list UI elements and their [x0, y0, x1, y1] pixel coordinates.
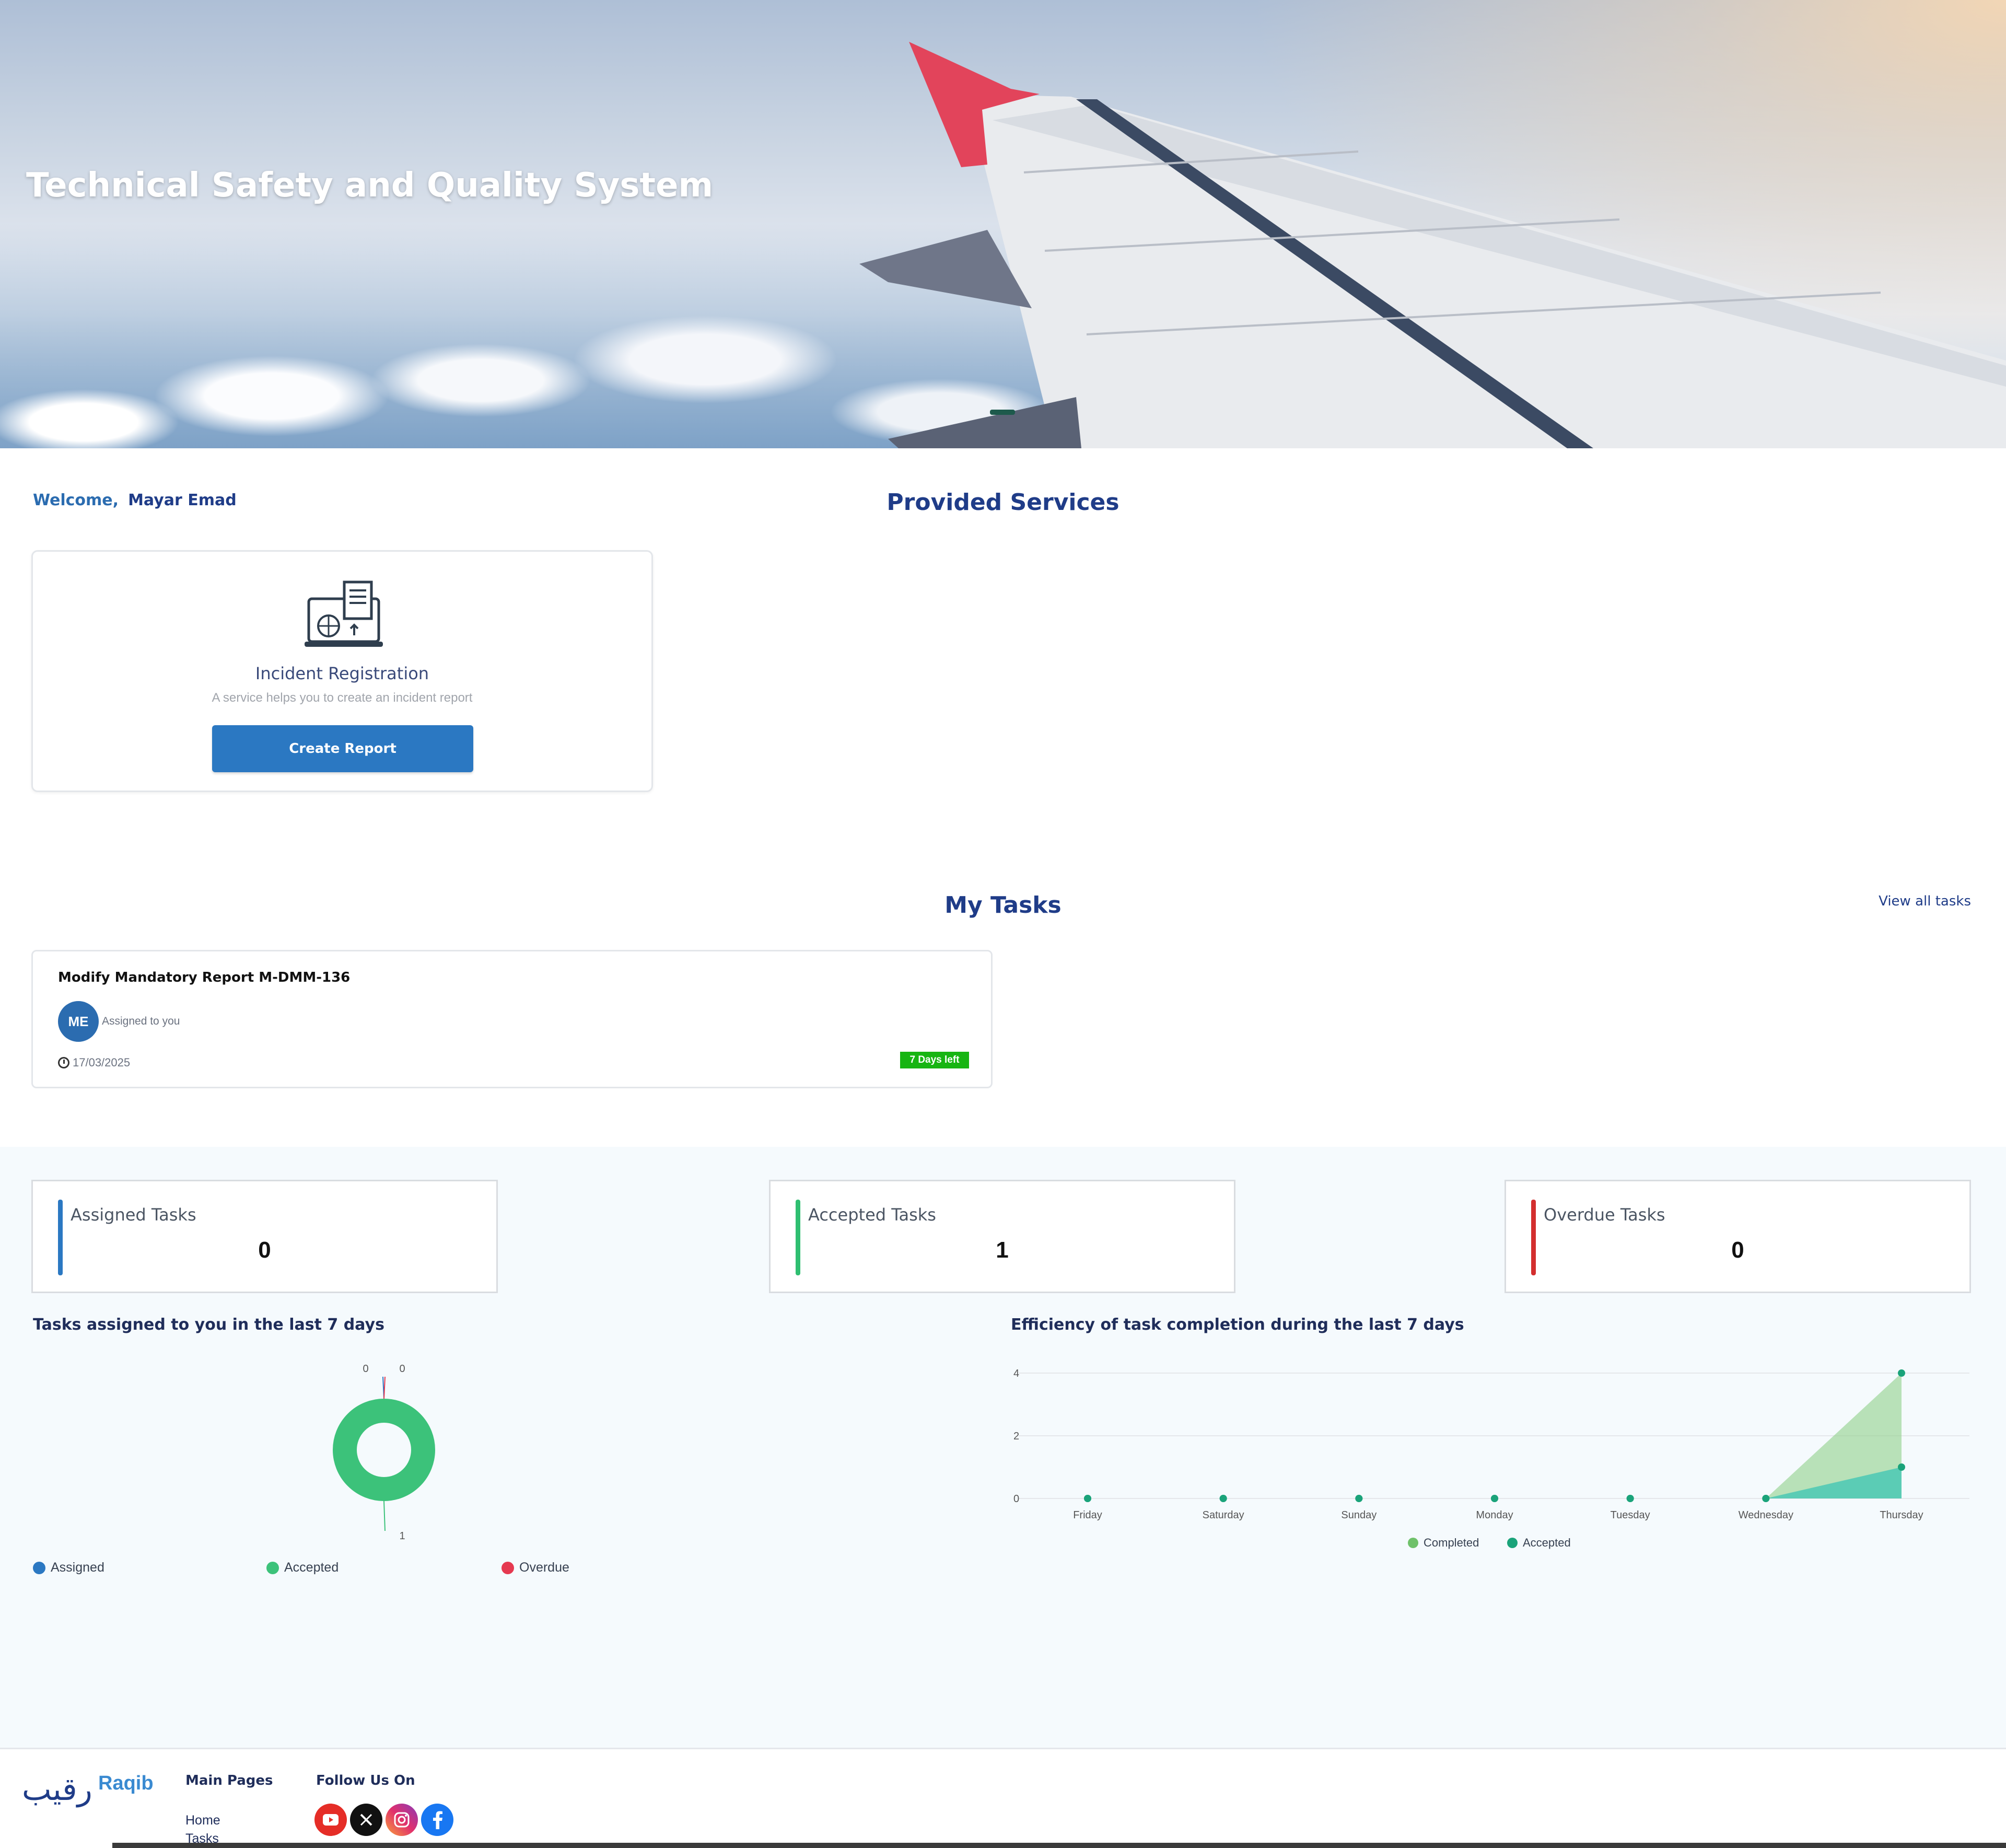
- y-tick-label: 2: [1013, 1431, 1019, 1442]
- data-point-accepted[interactable]: [1898, 1463, 1905, 1471]
- services-section-title: Provided Services: [887, 489, 1119, 516]
- stat-label: Assigned Tasks: [71, 1205, 196, 1225]
- tasks-donut-chart: 0 1 0: [333, 1363, 435, 1542]
- stat-card-overdue: Overdue Tasks 0: [1504, 1180, 1971, 1293]
- donut-chart-title: Tasks assigned to you in the last 7 days: [33, 1316, 384, 1334]
- hero-title: Technical Safety and Quality System: [26, 166, 714, 205]
- airplane-wing-image: [859, 42, 2006, 448]
- legend-dot: [1507, 1538, 1518, 1548]
- x-tick-label: Friday: [1073, 1509, 1102, 1521]
- stat-value: 0: [258, 1237, 271, 1263]
- donut-leader-line: [383, 1501, 386, 1531]
- area-chart-title: Efficiency of task completion during the…: [1011, 1316, 1464, 1334]
- donut-data-label: 0: [399, 1363, 405, 1375]
- youtube-icon[interactable]: [314, 1804, 347, 1836]
- create-report-button[interactable]: Create Report: [212, 725, 473, 772]
- legend-label: Completed: [1424, 1536, 1479, 1549]
- x-tick-label: Monday: [1476, 1509, 1513, 1521]
- avatar: ME: [58, 1001, 99, 1042]
- tasks-section-title: My Tasks: [944, 892, 1062, 919]
- instagram-icon[interactable]: [386, 1804, 418, 1836]
- footer-main-pages-title: Main Pages: [185, 1773, 273, 1788]
- legend-item-accepted[interactable]: Accepted: [266, 1560, 339, 1575]
- stat-value: 0: [1731, 1237, 1744, 1263]
- x-tick-label: Tuesday: [1611, 1509, 1650, 1521]
- carousel-indicator[interactable]: [990, 410, 1015, 415]
- donut-leader-line: [383, 1376, 386, 1399]
- x-tick-label: Saturday: [1203, 1509, 1244, 1521]
- legend-item-completed[interactable]: Completed: [1408, 1536, 1479, 1550]
- data-point-accepted[interactable]: [1219, 1495, 1227, 1502]
- x-tick-label: Wednesday: [1739, 1509, 1793, 1521]
- legend-item-accepted[interactable]: Accepted: [1507, 1536, 1571, 1550]
- data-point-completed[interactable]: [1898, 1369, 1905, 1377]
- legend-item-overdue[interactable]: Overdue: [501, 1560, 569, 1575]
- legend-dot: [1408, 1538, 1418, 1548]
- hero-banner: Technical Safety and Quality System: [0, 0, 2006, 448]
- service-card-incident-registration: Incident Registration A service helps yo…: [31, 550, 653, 792]
- footer: [0, 1748, 2006, 1848]
- service-name: Incident Registration: [255, 664, 429, 683]
- x-tick-label: Sunday: [1341, 1509, 1377, 1521]
- footer-link-home[interactable]: Home: [185, 1813, 220, 1828]
- donut-slice-accepted[interactable]: [333, 1399, 435, 1501]
- task-assigned-label: Assigned to you: [102, 1015, 180, 1027]
- x-icon[interactable]: [350, 1804, 382, 1836]
- footer-bottom-bar: [112, 1843, 2006, 1848]
- efficiency-area-chart: 0 2 4 Friday Saturday Sunday Monday Tuesday Wedn…: [1013, 1368, 1969, 1521]
- stat-card-accepted: Accepted Tasks 1: [769, 1180, 1235, 1293]
- data-point-accepted[interactable]: [1762, 1495, 1770, 1502]
- stat-value: 1: [996, 1237, 1009, 1263]
- logo-arabic: رقيب: [22, 1771, 92, 1808]
- task-date: 17/03/2025: [58, 1056, 130, 1070]
- x-tick-label: Thursday: [1880, 1509, 1923, 1521]
- legend-dot: [266, 1561, 279, 1574]
- legend-dot: [501, 1561, 514, 1574]
- legend-item-assigned[interactable]: Assigned: [33, 1560, 104, 1575]
- task-date-value: 17/03/2025: [73, 1056, 131, 1069]
- legend-dot: [33, 1561, 45, 1574]
- data-point-accepted[interactable]: [1355, 1495, 1363, 1502]
- task-card[interactable]: Modify Mandatory Report M-DMM-136 ME Ass…: [31, 950, 993, 1088]
- stat-label: Accepted Tasks: [808, 1205, 936, 1225]
- laptop-report-icon: [305, 580, 383, 647]
- days-left-badge: 7 Days left: [900, 1052, 969, 1068]
- stat-label: Overdue Tasks: [1544, 1205, 1665, 1225]
- data-point-accepted[interactable]: [1084, 1495, 1091, 1502]
- donut-data-label: 0: [363, 1363, 368, 1375]
- clock-icon: [58, 1057, 69, 1068]
- y-tick-label: 0: [1013, 1493, 1019, 1505]
- data-point-accepted[interactable]: [1491, 1495, 1498, 1502]
- logo-english: Raqib: [98, 1772, 154, 1794]
- legend-label: Assigned: [51, 1560, 104, 1575]
- footer-follow-title: Follow Us On: [316, 1773, 415, 1788]
- legend-label: Accepted: [284, 1560, 339, 1575]
- donut-data-label: 1: [399, 1530, 405, 1542]
- service-description: A service helps you to create an inciden…: [212, 691, 473, 705]
- facebook-icon[interactable]: [421, 1804, 453, 1836]
- y-tick-label: 4: [1013, 1368, 1019, 1379]
- legend-label: Accepted: [1523, 1536, 1571, 1549]
- legend-label: Overdue: [519, 1560, 569, 1575]
- stat-card-assigned: Assigned Tasks 0: [31, 1180, 498, 1293]
- data-point-accepted[interactable]: [1626, 1495, 1634, 1502]
- view-all-tasks-link[interactable]: View all tasks: [1879, 893, 1971, 909]
- task-title: Modify Mandatory Report M-DMM-136: [58, 970, 351, 985]
